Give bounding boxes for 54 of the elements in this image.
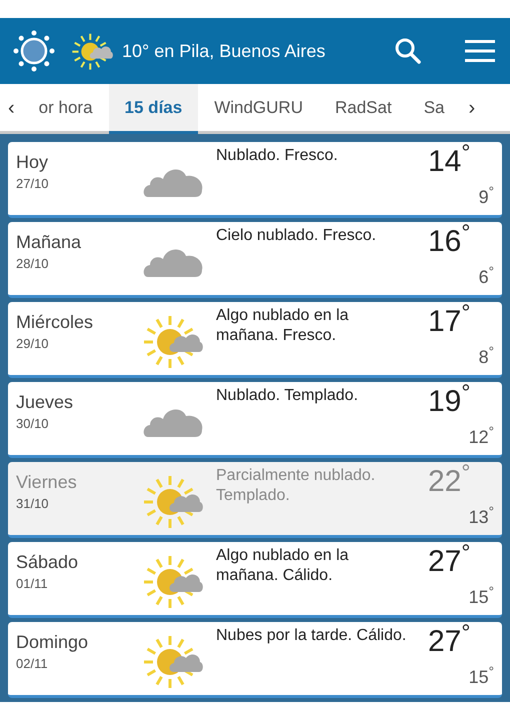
tab[interactable]: RadSat xyxy=(319,84,408,134)
search-icon xyxy=(394,37,422,65)
max-temperature: 22$^{°}$ xyxy=(428,462,470,498)
day-card[interactable]: Mañana 28/10 Cielo nublado. Fresco. 16$^{°}$ 6$^{°}$ xyxy=(8,222,502,298)
day-name: Viernes xyxy=(16,471,78,494)
day-date: 31/10 xyxy=(16,495,50,513)
tab[interactable]: WindGURU xyxy=(198,84,319,134)
min-temperature: 6$^{°}$ xyxy=(478,264,494,289)
weather-description: Algo nublado en la mañana. Fresco. xyxy=(216,306,350,346)
scroll-left-button[interactable]: ‹ xyxy=(0,84,23,131)
scroll-right-button[interactable]: › xyxy=(460,84,484,131)
max-temperature: 14$^{°}$ xyxy=(428,142,470,178)
weather-description: Parcialmente nublado. Templado. xyxy=(216,466,376,506)
min-temperature: 8$^{°}$ xyxy=(478,344,494,369)
max-temperature: 16$^{°}$ xyxy=(428,222,470,258)
max-temperature: 17$^{°}$ xyxy=(428,302,470,338)
weather-description: Cielo nublado. Fresco. xyxy=(216,226,378,246)
sun-cloud-icon xyxy=(72,31,114,71)
location-title: 10° en Pila, Buenos Aires xyxy=(122,40,326,62)
day-card[interactable]: Viernes 31/10 Parcialmente nublado. Templado. 22$^{°}$ 13$^{°}$ xyxy=(8,462,502,538)
tab[interactable]: or hora xyxy=(22,84,109,134)
min-temperature: 13$^{°}$ xyxy=(468,504,494,529)
day-date: 30/10 xyxy=(16,415,50,433)
min-temperature: 15$^{°}$ xyxy=(468,584,494,609)
day-name: Domingo xyxy=(16,631,90,654)
min-temperature: 9$^{°}$ xyxy=(478,184,494,209)
day-name: Sábado xyxy=(16,551,80,574)
day-date: 29/10 xyxy=(16,335,50,353)
day-name: Hoy xyxy=(16,151,50,174)
day-name: Jueves xyxy=(16,391,74,414)
max-temperature: 27$^{°}$ xyxy=(428,542,470,578)
day-date: 01/11 xyxy=(16,575,49,593)
min-temperature: 15$^{°}$ xyxy=(468,664,494,689)
day-card[interactable]: Miércoles 29/10 Algo nublado en la mañana. Fresco. 17$^{°}$ 8$^{°}$ xyxy=(8,302,502,378)
sun-icon xyxy=(12,29,56,73)
day-card[interactable]: Domingo 02/11 Nubes por la tarde. Cálido. 27$^{°}$ 15$^{°}$ xyxy=(8,622,502,698)
weather-description: Nublado. Fresco. xyxy=(216,146,339,166)
day-card[interactable]: Jueves 30/10 Nublado. Templado. 19$^{°}$ 12$^{°}$ xyxy=(8,382,502,458)
day-name: Mañana xyxy=(16,231,82,254)
day-name: Miércoles xyxy=(16,311,94,334)
weather-description: Nubes por la tarde. Cálido. xyxy=(216,626,408,646)
min-temperature: 12$^{°}$ xyxy=(468,424,494,449)
day-card[interactable]: Hoy 27/10 Nublado. Fresco. 14$^{°}$ 9$^{°}$ xyxy=(8,142,502,218)
max-temperature: 27$^{°}$ xyxy=(428,622,470,658)
weather-description: Algo nublado en la mañana. Cálido. xyxy=(216,546,350,586)
day-date: 02/11 xyxy=(16,655,49,673)
weather-description: Nublado. Templado. xyxy=(216,386,360,406)
tab[interactable]: 15 días xyxy=(108,84,198,134)
day-card[interactable]: Sábado 01/11 Algo nublado en la mañana. Cálido. 27$^{°}$ 15$^{°}$ xyxy=(8,542,502,618)
day-date: 27/10 xyxy=(16,175,50,193)
menu-icon xyxy=(465,39,495,63)
tab[interactable]: Sa xyxy=(408,84,460,134)
max-temperature: 19$^{°}$ xyxy=(428,382,470,418)
day-date: 28/10 xyxy=(16,255,50,273)
